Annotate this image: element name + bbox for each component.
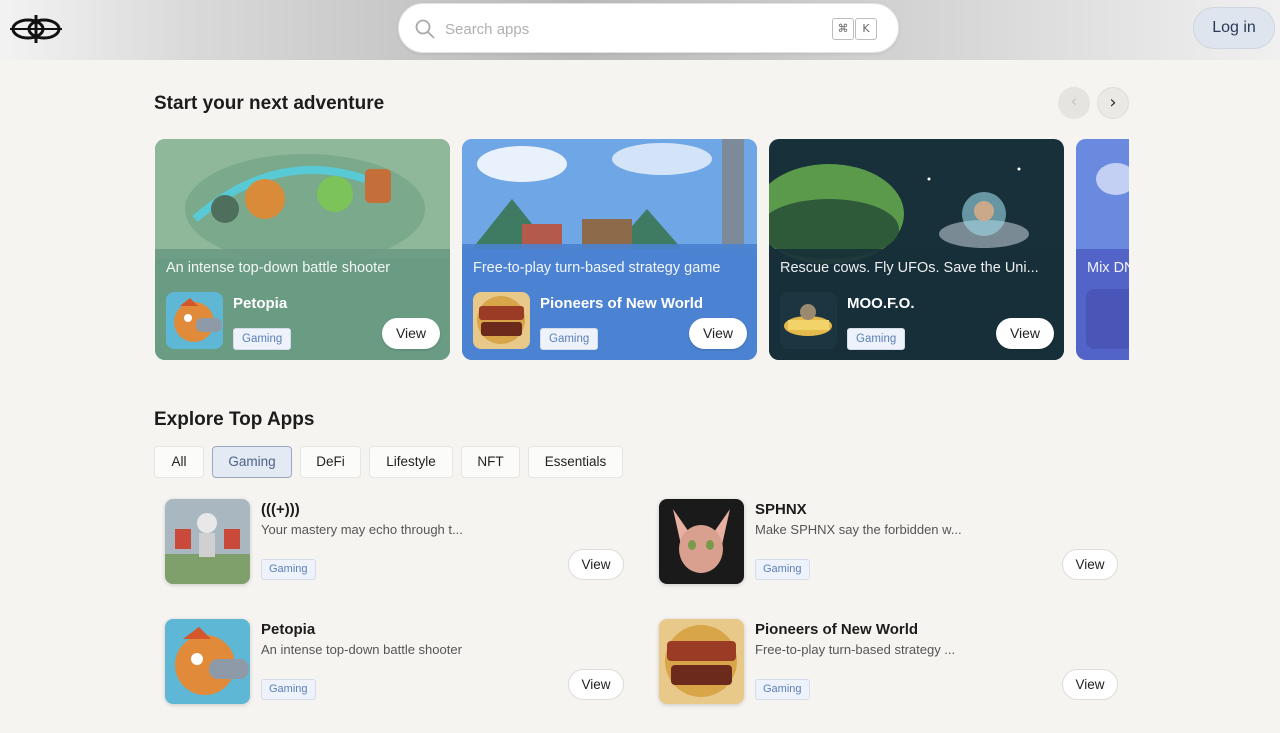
- petopia-app-icon: [166, 292, 223, 349]
- list-item[interactable]: (((+))) Your mastery may echo through t.…: [165, 499, 625, 585]
- featured-section-title: Start your next adventure: [154, 93, 385, 114]
- app-icon: [165, 619, 250, 704]
- view-button[interactable]: View: [382, 318, 440, 349]
- view-button[interactable]: View: [1062, 669, 1118, 700]
- category-badge: Gaming: [847, 328, 906, 350]
- category-badge: Gaming: [261, 559, 316, 580]
- app-icon: [659, 619, 744, 704]
- filter-all[interactable]: All: [154, 446, 204, 478]
- command-key-hint: ⌘: [832, 18, 854, 40]
- card-app-name: Petopia: [233, 295, 288, 312]
- card-tagline: Mix DN: [1087, 260, 1129, 276]
- app-name: Petopia: [261, 621, 316, 638]
- category-badge: Gaming: [540, 328, 599, 350]
- app-name: SPHNX: [755, 501, 807, 518]
- pioneers-app-icon: [473, 292, 530, 349]
- app-description: Your mastery may echo through t...: [261, 522, 463, 537]
- filter-gaming[interactable]: Gaming: [212, 446, 292, 478]
- filter-nft[interactable]: NFT: [461, 446, 520, 478]
- category-badge: Gaming: [233, 328, 292, 350]
- view-button[interactable]: View: [996, 318, 1054, 349]
- view-button[interactable]: View: [689, 318, 747, 349]
- carousel-next-button[interactable]: ›: [1097, 87, 1129, 119]
- card-app-name: MOO.F.O.: [847, 295, 915, 312]
- explore-section-title: Explore Top Apps: [154, 409, 315, 430]
- featured-card-pioneers[interactable]: Free-to-play turn-based strategy game Pi…: [462, 139, 757, 360]
- login-button[interactable]: Log in: [1193, 7, 1275, 49]
- app-icon: [165, 499, 250, 584]
- filter-essentials[interactable]: Essentials: [528, 446, 623, 478]
- search-icon: [415, 19, 435, 39]
- featured-card-moofo[interactable]: Rescue cows. Fly UFOs. Save the Uni... M…: [769, 139, 1064, 360]
- app-description: An intense top-down battle shooter: [261, 642, 462, 657]
- category-badge: Gaming: [755, 559, 810, 580]
- card-tagline: Rescue cows. Fly UFOs. Save the Uni...: [780, 260, 1039, 276]
- card-app-name: Pioneers of New World: [540, 295, 704, 312]
- view-button[interactable]: View: [568, 669, 624, 700]
- view-button[interactable]: View: [568, 549, 624, 580]
- chevron-right-icon: ›: [1109, 92, 1117, 113]
- partial-banner-art: [1076, 139, 1129, 360]
- moofo-app-icon: [780, 292, 837, 349]
- category-badge: Gaming: [755, 679, 810, 700]
- app-name: Pioneers of New World: [755, 621, 919, 638]
- app-name: (((+))): [261, 501, 300, 518]
- app-icon: [659, 499, 744, 584]
- list-item[interactable]: Pioneers of New World Free-to-play turn-…: [659, 619, 1119, 705]
- featured-card-petopia[interactable]: An intense top-down battle shooter Petop…: [155, 139, 450, 360]
- list-item[interactable]: SPHNX Make SPHNX say the forbidden w... …: [659, 499, 1119, 585]
- card-tagline: Free-to-play turn-based strategy game: [473, 260, 721, 276]
- carousel-prev-button[interactable]: ‹: [1058, 87, 1090, 119]
- filter-lifestyle[interactable]: Lifestyle: [369, 446, 453, 478]
- featured-carousel: An intense top-down battle shooter Petop…: [155, 139, 1129, 360]
- chevron-left-icon: ‹: [1070, 91, 1078, 112]
- app-description: Make SPHNX say the forbidden w...: [755, 522, 962, 537]
- featured-card-partial[interactable]: Mix DN: [1076, 139, 1129, 360]
- search-bar[interactable]: ⌘ K: [398, 3, 899, 53]
- app-logo[interactable]: [6, 12, 66, 46]
- app-description: Free-to-play turn-based strategy ...: [755, 642, 956, 657]
- top-bar: ⌘ K Log in: [0, 0, 1280, 60]
- card-tagline: An intense top-down battle shooter: [166, 260, 391, 276]
- k-key-hint: K: [855, 18, 877, 40]
- category-badge: Gaming: [261, 679, 316, 700]
- list-item[interactable]: Petopia An intense top-down battle shoot…: [165, 619, 625, 705]
- filter-defi[interactable]: DeFi: [300, 446, 361, 478]
- search-input[interactable]: [445, 16, 815, 42]
- view-button[interactable]: View: [1062, 549, 1118, 580]
